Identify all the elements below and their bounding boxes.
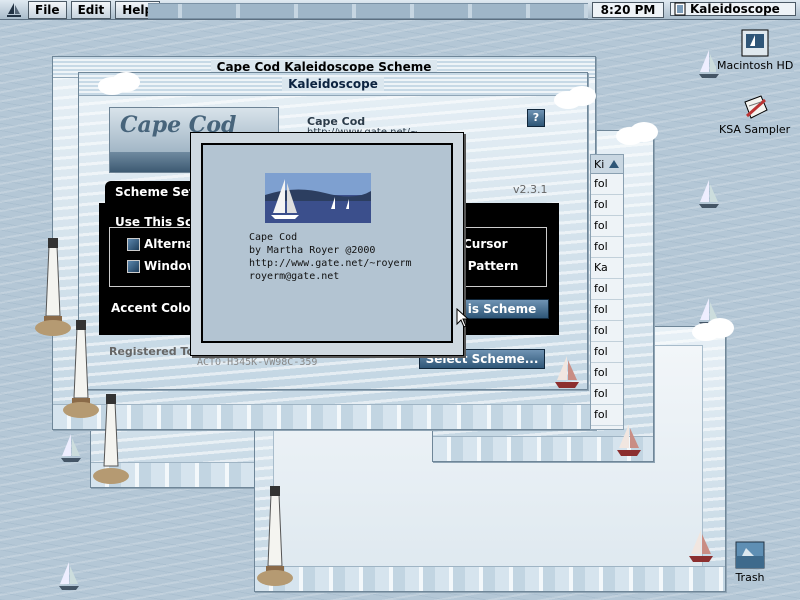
scheme-preview-image (265, 173, 371, 223)
registered-to-label: Registered To: (109, 345, 199, 358)
option-window-checkbox[interactable]: Window (127, 259, 198, 273)
about-scheme-email[interactable]: royerm@gate.net (249, 270, 412, 283)
desktop-icon-trash[interactable]: Trash (734, 540, 766, 584)
sailboat-icon (59, 562, 79, 590)
tab-scheme-settings[interactable]: Scheme Set (105, 181, 203, 203)
sailboat-icon (699, 180, 719, 208)
file-list-row[interactable]: fol (591, 384, 623, 405)
trash-icon (735, 541, 765, 569)
window-wave-border (255, 566, 725, 591)
desktop-icon-label: Macintosh HD (716, 59, 795, 72)
option-cursor-label[interactable]: Cursor (463, 237, 508, 251)
menubar-clock[interactable]: 8:20 PM (592, 2, 664, 18)
red-sailboat-icon (617, 424, 641, 456)
help-icon[interactable]: ? (527, 109, 545, 127)
use-this-scheme-button-label: is Scheme (467, 302, 537, 316)
option-pattern-label[interactable]: p Pattern (455, 259, 518, 273)
cloud-icon (616, 122, 658, 145)
apple-menu[interactable] (0, 0, 28, 20)
file-list-row[interactable]: fol (591, 342, 623, 363)
mouse-cursor-icon (456, 308, 470, 328)
lighthouse-icon (257, 486, 293, 586)
menubar-decoration (148, 3, 588, 19)
file-list-row[interactable]: fol (591, 174, 623, 195)
desktop-icon-ksa-sampler[interactable]: KSA Sampler (718, 92, 792, 136)
application-icon (674, 2, 686, 16)
accent-color-label: Accent Color (111, 301, 197, 315)
sailboat-icon (7, 2, 21, 17)
about-scheme-url[interactable]: http://www.gate.net/~royerm (249, 257, 412, 270)
about-scheme-dialog[interactable]: Cape Cod by Martha Royer @2000 http://ww… (190, 132, 464, 356)
lighthouse-icon (93, 394, 129, 484)
about-scheme-title: Cape Cod (249, 232, 298, 243)
file-list-row[interactable]: fol (591, 216, 623, 237)
document-edit-icon (743, 95, 768, 119)
file-list-header[interactable]: Ki (591, 155, 623, 174)
about-scheme-text: Cape Cod by Martha Royer @2000 http://ww… (249, 231, 412, 283)
file-list-row[interactable]: fol (591, 300, 623, 321)
menu-bar: File Edit Help 8:20 PM Kaleidoscope (0, 0, 800, 20)
application-menu-label: Kaleidoscope (690, 2, 780, 16)
control-panel-titlebar[interactable]: Kaleidoscope (79, 73, 587, 96)
cloud-icon (692, 318, 734, 341)
file-list-row[interactable]: fol (591, 279, 623, 300)
window-wave-border (53, 404, 595, 429)
menu-edit[interactable]: Edit (70, 0, 112, 19)
hard-disk-icon (741, 29, 769, 57)
menu-file[interactable]: File (28, 0, 67, 19)
about-scheme-author: by Martha Royer @2000 (249, 245, 376, 256)
cloud-icon (554, 86, 596, 109)
file-list-row[interactable]: fol (591, 321, 623, 342)
checkbox-checked-icon (127, 238, 140, 251)
desktop-icon-macintosh-hd[interactable]: Macintosh HD (716, 28, 795, 72)
about-scheme-panel: Cape Cod by Martha Royer @2000 http://ww… (201, 143, 453, 343)
tab-scheme-settings-label: Scheme Set (115, 185, 195, 199)
desktop-icon-label: KSA Sampler (718, 123, 792, 136)
file-list[interactable]: Ki fol fol fol fol Ka fol fol fol fol fo… (590, 154, 624, 430)
file-list-row[interactable]: fol (591, 363, 623, 384)
file-list-row[interactable]: fol (591, 195, 623, 216)
checkbox-checked-icon (127, 260, 140, 273)
control-panel-title: Kaleidoscope (282, 77, 384, 91)
sort-arrow-icon[interactable] (608, 158, 620, 170)
option-alternate-checkbox[interactable]: Alterna (127, 237, 194, 251)
desktop-icon-label: Trash (734, 571, 766, 584)
red-sailboat-icon (689, 530, 713, 562)
registration-code: ACTO-H345K-VW98C-359 (197, 357, 318, 368)
red-sailboat-icon (555, 356, 579, 388)
application-menu[interactable]: Kaleidoscope (670, 2, 796, 16)
cloud-icon (98, 72, 140, 95)
file-list-row[interactable]: fol (591, 237, 623, 258)
version-label: v2.3.1 (513, 183, 548, 196)
file-list-row[interactable]: Ka (591, 258, 623, 279)
option-alternate-label: Alterna (144, 237, 194, 251)
sailboat-icon (61, 434, 81, 462)
file-list-header-label: Ki (594, 157, 605, 171)
